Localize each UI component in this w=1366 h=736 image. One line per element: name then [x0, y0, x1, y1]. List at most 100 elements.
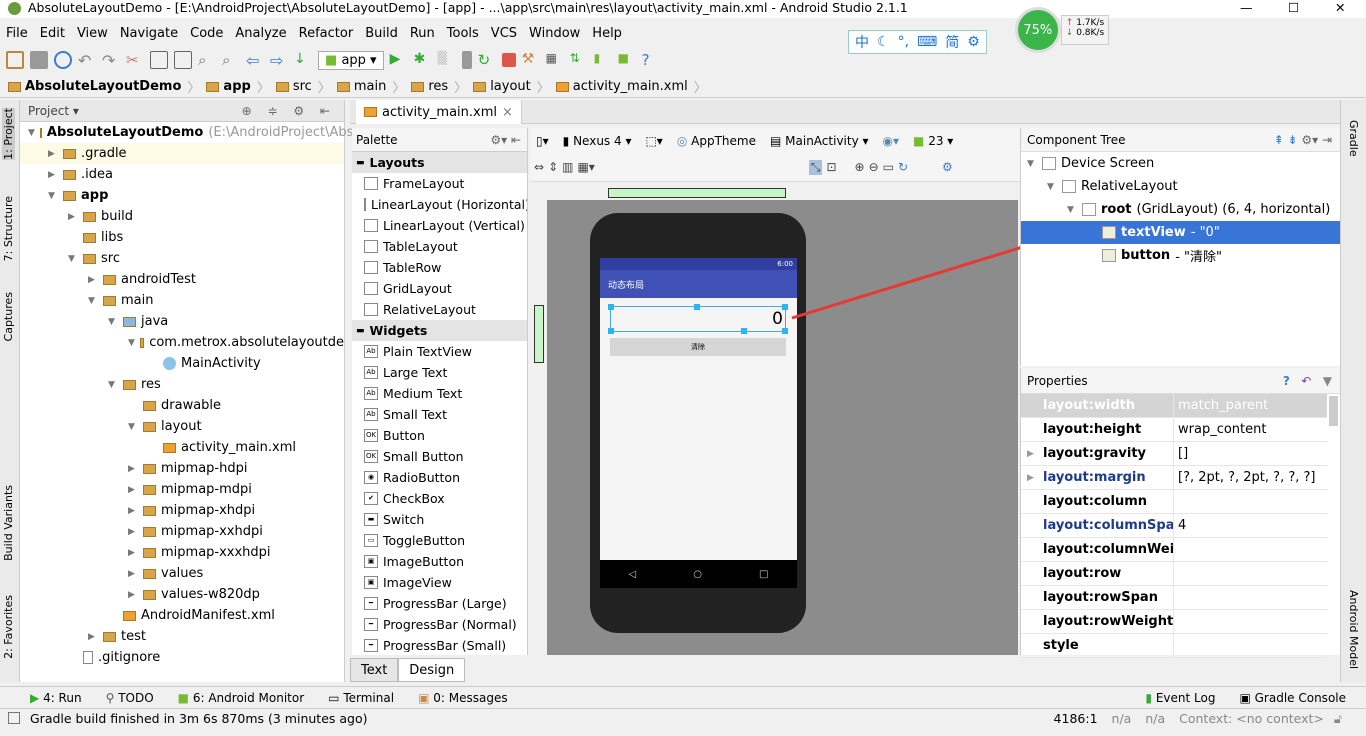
palette-settings-icon[interactable]: ⚙▾ ⇤: [490, 133, 521, 147]
tree-item[interactable]: MainActivity: [20, 353, 344, 374]
tool-favorites[interactable]: 2: Favorites: [2, 595, 15, 659]
breadcrumb-src[interactable]: src: [275, 79, 312, 94]
redo-icon[interactable]: ↷: [102, 51, 120, 70]
tab-text[interactable]: Text: [350, 658, 399, 682]
tree-item[interactable]: ▶ values-w820dp: [20, 584, 344, 605]
palette-item[interactable]: LinearLayout (Horizontal): [352, 194, 527, 215]
tree-item[interactable]: ▶ .gradle: [20, 143, 344, 164]
chevron-right-icon[interactable]: ▶: [128, 590, 138, 600]
memory-gauge[interactable]: 75%: [1014, 7, 1061, 53]
palette-item[interactable]: ━ ProgressBar (Large): [352, 593, 527, 614]
device-select[interactable]: ▮ Nexus 4 ▾: [563, 134, 632, 148]
tree-item[interactable]: ▼ AbsoluteLayoutDemo (E:\AndroidProject\Ab…: [20, 122, 361, 143]
property-value[interactable]: [1174, 610, 1178, 633]
palette-item[interactable]: TableLayout: [352, 236, 527, 257]
menu-build[interactable]: Build: [365, 26, 398, 41]
tool-windows-toggle-icon[interactable]: [8, 712, 20, 724]
help-icon[interactable]: ?: [1283, 374, 1290, 388]
menu-refactor[interactable]: Refactor: [299, 26, 354, 41]
property-row[interactable]: layout:rowWeight: [1021, 610, 1327, 634]
tool-android-model[interactable]: Android Model: [1347, 590, 1360, 669]
palette-item[interactable]: ━ ProgressBar (Small): [352, 635, 527, 652]
device-icon[interactable]: [461, 51, 472, 69]
palette-item[interactable]: ▬ Switch: [352, 509, 527, 530]
breadcrumb-project[interactable]: AbsoluteLayoutDemo: [8, 79, 181, 94]
copy-icon[interactable]: [150, 51, 168, 69]
palette-item[interactable]: OK Small Button: [352, 446, 527, 467]
project-view-select[interactable]: Project ▾: [28, 104, 79, 118]
refresh-icon[interactable]: ↻: [898, 160, 908, 174]
menu-vcs[interactable]: VCS: [491, 26, 517, 41]
sync-icon[interactable]: [54, 51, 72, 69]
screenshot-icon[interactable]: ▭: [883, 160, 894, 174]
property-value[interactable]: 4: [1174, 514, 1186, 537]
chevron-right-icon[interactable]: ▶: [128, 548, 138, 558]
menu-view[interactable]: View: [77, 26, 108, 41]
undo-icon[interactable]: ↶: [78, 51, 96, 70]
palette-item[interactable]: Ab Large Text: [352, 362, 527, 383]
palette-item[interactable]: ▣ ImageView: [352, 572, 527, 593]
property-row[interactable]: ▶ layout:margin [?, 2pt, ?, 2pt, ?, ?, ?]: [1021, 466, 1327, 490]
property-value[interactable]: [1174, 562, 1178, 585]
chevron-down-icon[interactable]: ▼: [1027, 159, 1037, 169]
palette-item[interactable]: ✔ CheckBox: [352, 488, 527, 509]
tree-item[interactable]: .gitignore: [20, 647, 344, 668]
tree-item[interactable]: ▶ test: [20, 626, 344, 647]
palette-item[interactable]: Ab Plain TextView: [352, 341, 527, 362]
ime-toolbar[interactable]: 中 ☾ °, ⌨ 简 ⚙: [848, 30, 987, 54]
expand-icon[interactable]: ▶: [1027, 449, 1034, 459]
rerun-icon[interactable]: ↻: [478, 51, 496, 69]
android-device-monitor-icon[interactable]: ■: [618, 51, 636, 69]
menu-file[interactable]: File: [6, 26, 28, 41]
palette-item[interactable]: ━ ProgressBar (Normal): [352, 614, 527, 635]
activity-select[interactable]: ▤ MainActivity ▾: [770, 134, 869, 148]
tree-item[interactable]: ▶ androidTest: [20, 269, 344, 290]
attach-debugger-icon[interactable]: ▒: [438, 51, 456, 69]
expand-icon[interactable]: ▶: [1027, 473, 1034, 483]
property-row[interactable]: layout:column: [1021, 490, 1327, 514]
property-row[interactable]: style: [1021, 634, 1327, 658]
tree-item[interactable]: ▶ mipmap-xhdpi: [20, 500, 344, 521]
menu-tools[interactable]: Tools: [447, 26, 479, 41]
reset-icon[interactable]: ↶: [1301, 374, 1311, 388]
chevron-right-icon[interactable]: ▶: [128, 506, 138, 516]
tool-run[interactable]: ▶ 4: Run: [30, 691, 82, 705]
tree-item[interactable]: ▼ com.metrox.absolutelayoutde: [20, 332, 344, 353]
palette-item[interactable]: TableRow: [352, 257, 527, 278]
file-encoding[interactable]: n/a: [1145, 711, 1165, 726]
menu-code[interactable]: Code: [190, 26, 223, 41]
tool-messages[interactable]: ▣ 0: Messages: [418, 691, 508, 705]
expand-height-icon[interactable]: ⇕: [548, 160, 558, 174]
forward-icon[interactable]: ⇨: [270, 51, 288, 70]
expand-width-icon[interactable]: ⇔: [534, 160, 544, 174]
sync-gradle-icon[interactable]: ⇅: [570, 51, 588, 69]
component-node[interactable]: textView - "0": [1021, 221, 1340, 244]
orientation-select[interactable]: ⬚▾: [645, 134, 662, 148]
palette-item[interactable]: GridLayout: [352, 278, 527, 299]
tree-item[interactable]: ▼ main: [20, 290, 344, 311]
tree-item[interactable]: ▼ res: [20, 374, 344, 395]
property-row[interactable]: layout:rowSpan: [1021, 586, 1327, 610]
zoom-fit-icon[interactable]: ⊡: [826, 160, 836, 174]
chevron-right-icon[interactable]: ▶: [68, 212, 78, 222]
tree-item[interactable]: ▼ src: [20, 248, 344, 269]
line-separator[interactable]: n/a: [1112, 711, 1132, 726]
palette-toggle-icon[interactable]: ▯▾: [536, 134, 549, 148]
tree-item[interactable]: ▼ java: [20, 311, 344, 332]
chevron-down-icon[interactable]: ▼: [108, 317, 118, 327]
stop-icon[interactable]: [501, 53, 516, 67]
component-tree-actions[interactable]: ⇞ ⇟ ⚙▾ ⇥: [1274, 133, 1332, 147]
locale-select[interactable]: ◉▾: [883, 134, 900, 148]
close-tab-icon[interactable]: ×: [502, 105, 513, 120]
collapse-icon[interactable]: ▬: [356, 158, 365, 168]
replace-icon[interactable]: ⌕: [222, 51, 240, 69]
tree-item[interactable]: activity_main.xml: [20, 437, 344, 458]
project-panel-actions[interactable]: ⊕ ≑ ⚙ ⇤: [242, 104, 336, 118]
chevron-right-icon[interactable]: ▶: [88, 632, 98, 642]
palette-item[interactable]: OK Button: [352, 425, 527, 446]
palette-item[interactable]: Ab Small Text: [352, 404, 527, 425]
api-select[interactable]: ■ 23 ▾: [913, 134, 953, 148]
menu-edit[interactable]: Edit: [40, 26, 65, 41]
chevron-down-icon[interactable]: ▼: [1047, 182, 1057, 192]
zoom-actual-icon[interactable]: ⤡: [808, 159, 823, 175]
